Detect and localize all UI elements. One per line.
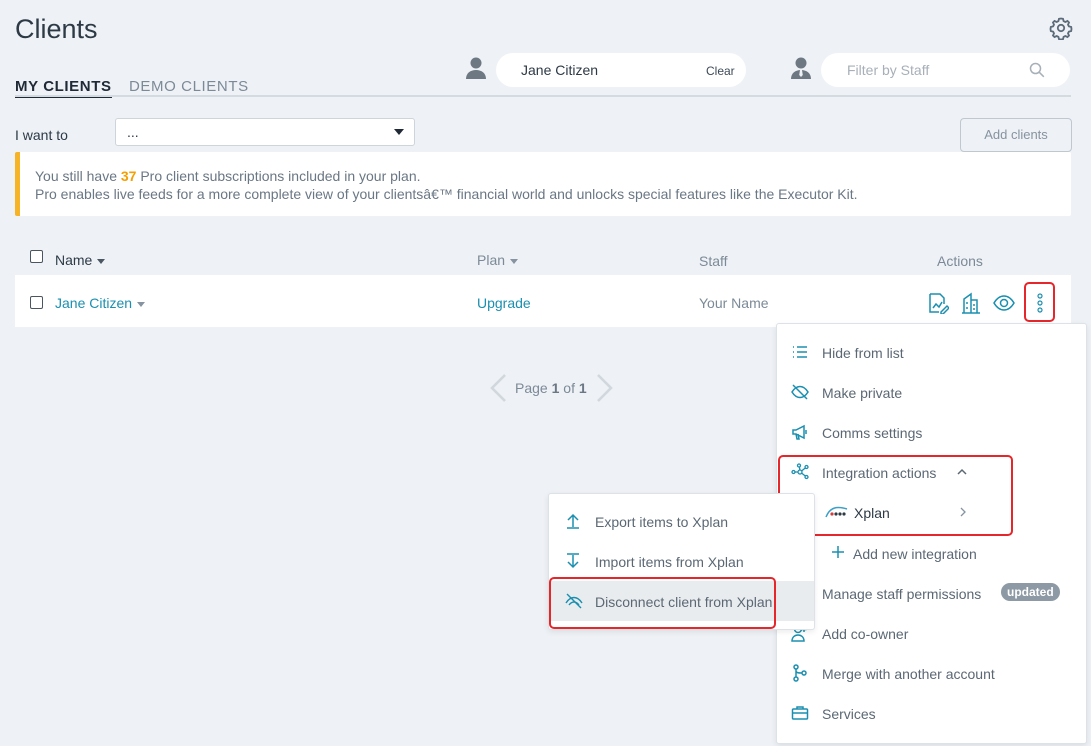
tab-divider [15, 95, 1071, 97]
column-header-actions: Actions [937, 253, 983, 269]
chevron-down-icon [137, 301, 146, 307]
subscription-count: 37 [120, 168, 137, 184]
menu-item-services[interactable]: Services [777, 693, 1086, 733]
page-title: Clients [15, 14, 98, 44]
tab-demo-clients[interactable]: DEMO CLIENTS [129, 78, 249, 95]
page-indicator: Page 1 of 1 [515, 380, 587, 396]
menu-item-import-from-xplan[interactable]: Import items from Xplan [549, 541, 814, 581]
menu-item-hide-from-list[interactable]: Hide from list [777, 332, 1086, 372]
eye-slash-icon [791, 384, 809, 400]
eye-icon[interactable] [993, 292, 1015, 314]
edit-document-icon[interactable] [927, 292, 949, 314]
column-header-name[interactable]: Name [55, 252, 106, 268]
more-actions-button[interactable] [1024, 282, 1055, 322]
column-header-staff: Staff [699, 253, 728, 269]
select-all-checkbox[interactable] [30, 250, 43, 263]
i-want-to-select[interactable]: ... [115, 118, 415, 146]
sort-icon [97, 258, 106, 264]
prev-page-icon[interactable] [489, 373, 507, 403]
notice-line-1: You still have 37 Pro client subscriptio… [35, 168, 421, 184]
menu-item-make-private[interactable]: Make private [777, 372, 1086, 412]
menu-item-add-new-integration[interactable]: Add new integration [777, 533, 1086, 573]
briefcase-icon [791, 706, 809, 720]
person-icon [466, 57, 486, 79]
table-row [15, 275, 1071, 327]
staff-icon [791, 57, 811, 79]
row-checkbox[interactable] [30, 296, 43, 309]
menu-item-comms-settings[interactable]: Comms settings [777, 412, 1086, 452]
menu-item-merge-account[interactable]: Merge with another account [777, 653, 1086, 693]
megaphone-icon [792, 424, 807, 440]
plus-icon [832, 546, 844, 558]
caret-down-icon [394, 129, 404, 135]
disconnect-highlight [549, 577, 776, 629]
menu-item-manage-staff-permissions[interactable]: Manage staff permissions updated [777, 573, 1086, 613]
menu-item-add-co-owner[interactable]: Add co-owner [777, 613, 1086, 653]
client-filter[interactable]: Jane Citizen Clear [496, 53, 746, 87]
add-clients-button[interactable]: Add clients [960, 118, 1072, 152]
upgrade-link[interactable]: Upgrade [477, 295, 531, 311]
list-icon [793, 346, 807, 358]
arrow-down-icon [567, 553, 579, 569]
more-vertical-icon [1037, 293, 1043, 313]
column-header-plan[interactable]: Plan [477, 252, 519, 268]
building-icon[interactable] [960, 292, 982, 314]
select-value: ... [127, 124, 139, 140]
sort-icon [510, 258, 519, 264]
client-filter-value: Jane Citizen [521, 62, 599, 78]
clear-button[interactable]: Clear [706, 64, 735, 78]
notice-line-2: Pro enables live feeds for a more comple… [35, 186, 858, 202]
i-want-to-label: I want to [15, 127, 68, 143]
menu-item-export-to-xplan[interactable]: Export items to Xplan [549, 501, 814, 541]
merge-icon [793, 664, 807, 682]
client-name-link[interactable]: Jane Citizen [55, 295, 146, 311]
search-icon[interactable] [1029, 62, 1045, 78]
gear-icon[interactable] [1049, 16, 1073, 40]
subscription-notice: You still have 37 Pro client subscriptio… [15, 152, 1071, 216]
arrow-up-icon [567, 513, 579, 529]
staff-filter-input[interactable] [845, 61, 1029, 79]
staff-filter[interactable] [821, 53, 1070, 87]
updated-badge: updated [1001, 583, 1060, 601]
staff-cell: Your Name [699, 295, 769, 311]
next-page-icon[interactable] [596, 373, 614, 403]
